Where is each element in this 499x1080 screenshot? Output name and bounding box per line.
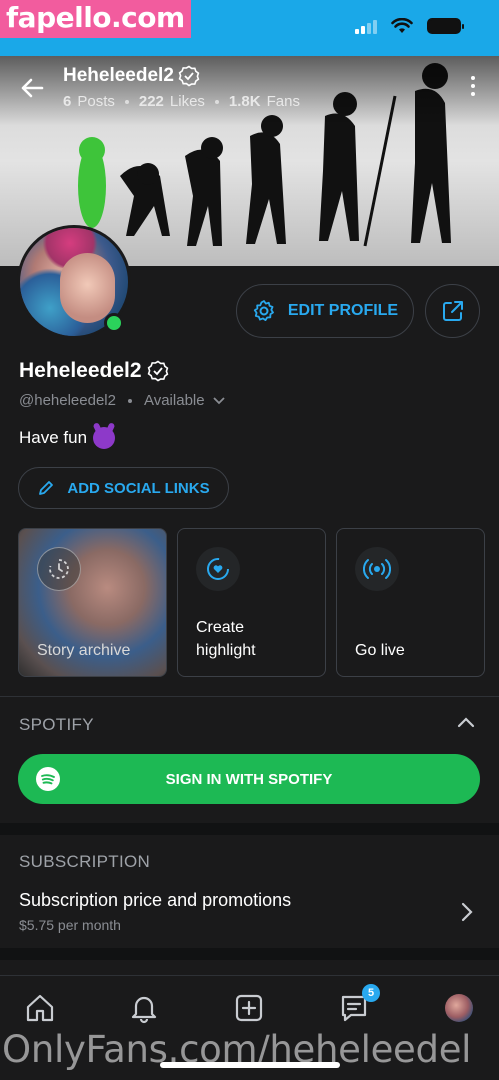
likes-count: 222 [138,93,164,110]
likes-label: Likes [169,93,205,110]
verified-icon [147,360,168,382]
profile-name-text: Heheleedel2 [19,359,142,382]
spotify-section-title: SPOTIFY [19,715,94,734]
fans-count: 1.8K [228,93,261,110]
nav-add-post[interactable] [231,990,267,1026]
watermark-top: fapello.com [0,0,191,38]
create-highlight-card[interactable]: Create highlight [177,528,326,677]
history-icon-wrap [37,547,81,591]
create-highlight-line1: Create [196,619,245,636]
add-social-links-label: ADD SOCIAL LINKS [67,479,210,497]
more-vertical-icon[interactable] [471,76,477,96]
profile-avatar-icon [445,994,473,1022]
battery-icon [427,18,464,34]
highlights-row: Story archive Create highlight Go live [18,528,485,677]
smiling-devil-emoji-icon [93,427,116,449]
share-icon [442,301,463,321]
sign-in-spotify-button[interactable]: SIGN IN WITH SPOTIFY [18,754,480,804]
home-indicator[interactable] [160,1062,340,1068]
add-social-links-button[interactable]: ADD SOCIAL LINKS [18,467,229,509]
profile-name: Heheleedel2 [19,359,169,383]
verified-icon [178,65,200,87]
status-icons [355,18,464,34]
separator-dot [214,99,219,104]
header-name-text: Heheleedel2 [63,65,174,86]
chevron-down-icon [212,396,225,404]
history-icon [49,559,69,579]
section-separator [0,948,499,960]
share-button[interactable] [425,284,480,338]
nav-notifications[interactable] [126,990,162,1026]
profile-bio: Have fun [19,427,116,449]
nav-home[interactable] [22,990,58,1026]
sign-in-spotify-label: SIGN IN WITH SPOTIFY [165,770,333,788]
subscription-section-title: SUBSCRIPTION [19,852,151,871]
heart-circle-icon [207,558,229,580]
heart-circle-icon-wrap [196,547,240,591]
add-square-icon [235,994,263,1022]
posts-count: 6 [63,93,72,110]
fans-label: Fans [266,93,300,110]
header-name: Heheleedel2 [63,65,200,87]
nav-messages[interactable]: 5 [336,984,380,1026]
chevron-right-icon [461,902,473,922]
messages-badge: 5 [362,984,380,1002]
bell-icon [131,996,157,1024]
wifi-icon [391,18,413,33]
subscription-row-title: Subscription price and promotions [19,890,292,910]
create-highlight-line2: highlight [196,642,256,659]
broadcast-icon-wrap [355,547,399,591]
go-live-card[interactable]: Go live [336,528,485,677]
spotify-logo-icon [36,767,60,791]
chevron-up-icon[interactable] [457,716,475,728]
separator-dot [127,398,132,403]
bio-text: Have fun [19,428,88,447]
story-archive-label: Story archive [37,642,131,659]
posts-label: Posts [77,93,115,110]
go-live-label: Go live [355,642,405,659]
story-archive-card[interactable]: Story archive [18,528,167,677]
edit-profile-label: EDIT PROFILE [287,302,399,319]
header-stats: 6 Posts 222 Likes 1.8K Fans [63,93,300,110]
profile-handle-row: @heheleedel2 Available [19,392,225,409]
separator-dot [124,99,129,104]
pencil-icon [39,481,54,495]
section-separator [0,823,499,835]
section-divider [0,696,499,697]
home-icon [26,994,54,1022]
online-status-dot [104,313,124,333]
status-select[interactable]: Available [144,392,225,409]
nav-profile[interactable] [441,990,477,1026]
edit-profile-button[interactable]: EDIT PROFILE [236,284,414,338]
gear-icon [253,300,274,321]
profile-handle: @heheleedel2 [19,392,116,409]
create-highlight-label: Create highlight [196,616,256,662]
status-label: Available [143,392,205,409]
broadcast-icon [363,559,391,579]
back-arrow-icon[interactable] [18,74,46,102]
signal-icon [355,18,377,34]
subscription-row-price: $5.75 per month [19,917,121,933]
